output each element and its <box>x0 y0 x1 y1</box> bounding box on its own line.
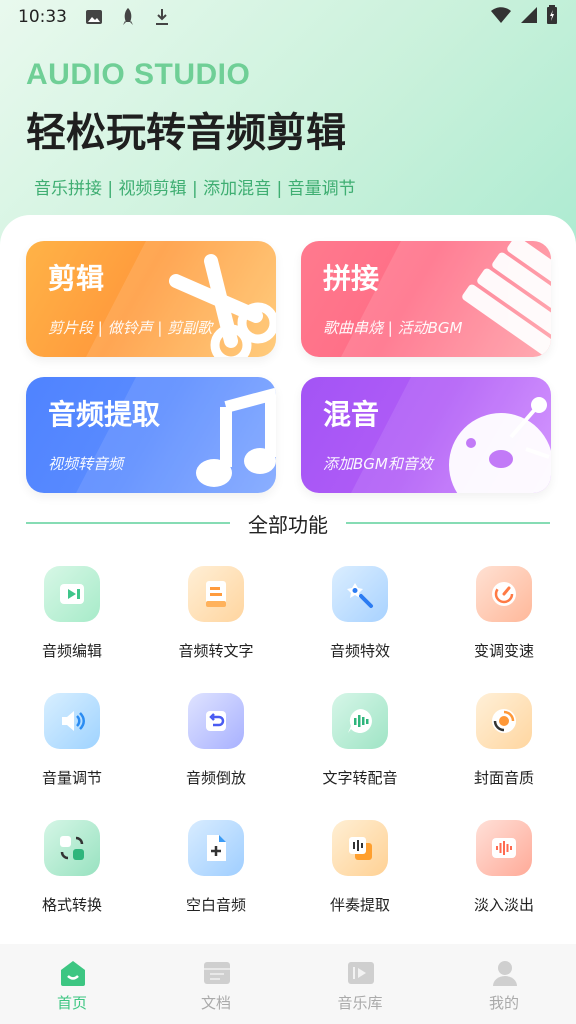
join-card-subtitle: 歌曲串烧 | 活动BGM <box>323 319 463 337</box>
section-title: 全部功能 <box>248 512 328 537</box>
mix-card-title: 混音 <box>323 398 380 431</box>
document-tray-icon <box>204 962 230 984</box>
cut-card-title: 剪辑 <box>48 262 105 295</box>
extract-card[interactable]: 音频提取 视频转音频 <box>26 377 276 493</box>
extract-card-title: 音频提取 <box>48 398 161 431</box>
feature-label: 文字转配音 <box>322 769 398 787</box>
feature-label: 音频转文字 <box>178 642 254 660</box>
feature-audio-reverse[interactable]: 音频倒放 <box>144 687 288 797</box>
feature-label: 空白音频 <box>185 896 246 914</box>
profile-icon <box>493 961 517 986</box>
voice-bubble-icon <box>332 693 388 749</box>
accompaniment-icon <box>332 820 388 876</box>
feature-blank-audio[interactable]: 空白音频 <box>144 814 288 924</box>
divider-line-left <box>26 522 230 524</box>
mix-card-subtitle: 添加BGM和音效 <box>323 455 433 473</box>
feature-label: 音频编辑 <box>41 642 102 660</box>
speaker-icon <box>44 693 100 749</box>
mix-card[interactable]: 混音 添加BGM和音效 <box>301 377 551 493</box>
join-card-title: 拼接 <box>323 262 380 295</box>
feature-label: 音量调节 <box>41 769 102 787</box>
feature-cover-quality[interactable]: 封面音质 <box>432 687 576 797</box>
signal-icon <box>520 6 538 29</box>
nav-label: 首页 <box>56 994 87 1012</box>
speedometer-icon <box>476 566 532 622</box>
battery-icon <box>546 4 558 30</box>
feature-fade-in-out[interactable]: 淡入淡出 <box>432 814 576 924</box>
rocket-icon <box>117 6 139 28</box>
waveform-icon <box>476 820 532 876</box>
nav-label: 文档 <box>200 994 231 1012</box>
play-box-icon <box>44 566 100 622</box>
feature-label: 封面音质 <box>473 769 534 787</box>
feature-volume-adjust[interactable]: 音量调节 <box>0 687 144 797</box>
feature-label: 音频倒放 <box>185 769 246 787</box>
bottom-navigation: 首页 文档 音乐库 我的 <box>0 944 576 1024</box>
nav-item-home[interactable]: 首页 <box>0 944 144 1024</box>
status-time: 10:33 <box>18 7 67 27</box>
feature-audio-effects[interactable]: 音频特效 <box>288 560 432 670</box>
convert-icon <box>44 820 100 876</box>
feature-audio-to-text[interactable]: 音频转文字 <box>144 560 288 670</box>
download-icon <box>151 6 173 28</box>
home-icon <box>61 961 85 986</box>
feature-label: 伴奏提取 <box>329 896 390 914</box>
hero-english-title: AUDIO STUDIO <box>26 58 251 91</box>
disc-icon <box>476 693 532 749</box>
image-icon <box>83 6 105 28</box>
nav-label: 音乐库 <box>337 994 383 1012</box>
hero-title: 轻松玩转音频剪辑 <box>26 110 346 156</box>
feature-label: 淡入淡出 <box>473 896 534 914</box>
cut-card-subtitle: 剪片段 | 做铃声 | 剪副歌 <box>48 319 213 337</box>
music-library-icon <box>348 962 374 984</box>
nav-item-documents[interactable]: 文档 <box>144 944 288 1024</box>
join-card[interactable]: 拼接 歌曲串烧 | 活动BGM <box>301 241 551 357</box>
wifi-icon <box>490 6 512 29</box>
feature-label: 格式转换 <box>41 896 102 914</box>
feature-format-convert[interactable]: 格式转换 <box>0 814 144 924</box>
status-bar: 10:33 <box>0 0 576 34</box>
document-icon <box>188 566 244 622</box>
cut-card[interactable]: 剪辑 剪片段 | 做铃声 | 剪副歌 <box>26 241 276 357</box>
feature-audio-edit[interactable]: 音频编辑 <box>0 560 144 670</box>
feature-pitch-speed[interactable]: 变调变速 <box>432 560 576 670</box>
hero-subtitle: 音乐拼接 | 视频剪辑 | 添加混音 | 音量调节 <box>34 179 356 199</box>
magic-wand-icon <box>332 566 388 622</box>
feature-text-to-voice[interactable]: 文字转配音 <box>288 687 432 797</box>
extract-card-subtitle: 视频转音频 <box>48 455 124 473</box>
section-divider: 全部功能 <box>26 508 550 538</box>
divider-line-right <box>346 522 550 524</box>
feature-label: 变调变速 <box>473 642 534 660</box>
feature-accompaniment-extract[interactable]: 伴奏提取 <box>288 814 432 924</box>
new-file-icon <box>188 820 244 876</box>
nav-label: 我的 <box>488 994 519 1012</box>
rewind-icon <box>188 693 244 749</box>
nav-item-profile[interactable]: 我的 <box>432 944 576 1024</box>
feature-label: 音频特效 <box>329 642 390 660</box>
nav-item-music-library[interactable]: 音乐库 <box>288 944 432 1024</box>
